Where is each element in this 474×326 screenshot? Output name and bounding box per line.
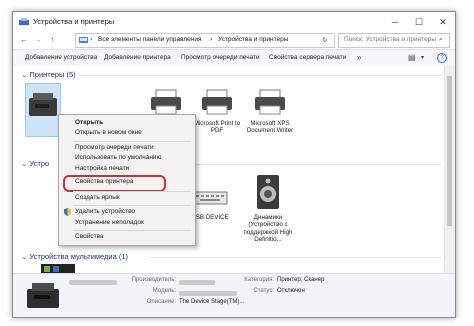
manufacturer-value-redacted	[179, 280, 215, 285]
device-label: Microsoft XPS Document Writer	[246, 120, 294, 135]
device-label: Microsoft Print to PDF	[193, 120, 241, 135]
explorer-window: Устройства и принтеры ─ ☐ ✕ ← → ↑ › Все …	[12, 11, 456, 318]
command-bar: Добавление устройства Добавление принтер…	[13, 49, 455, 67]
add-printer-button[interactable]: Добавление принтера	[104, 54, 171, 61]
printer-icon	[151, 89, 181, 115]
status-value: Отключен	[277, 288, 305, 294]
printer-folder-icon	[19, 18, 29, 25]
keyboard-icon	[192, 191, 228, 205]
menu-item-printer-properties[interactable]: Свойства принтера	[75, 178, 133, 185]
context-menu: Открыть Открыть в новом окне Просмотр оч…	[58, 114, 196, 246]
control-panel-icon	[79, 37, 88, 43]
collapse-chevron-icon: ⌄	[21, 159, 28, 168]
breadcrumb-item-devices[interactable]: Устройства и принтеры	[218, 36, 288, 43]
scrollbar-thumb[interactable]	[447, 76, 452, 226]
category-value: Принтер; Сканер	[277, 277, 325, 283]
printer-icon	[255, 89, 285, 115]
menu-separator	[73, 230, 191, 231]
menu-item-open[interactable]: Открыть	[75, 119, 103, 126]
refresh-icon[interactable]: ↻	[322, 36, 327, 44]
menu-item-troubleshoot[interactable]: Устранение неполадок	[75, 219, 144, 226]
collapse-chevron-icon: ⌄	[21, 70, 28, 79]
view-dropdown-icon[interactable]: ▾	[421, 54, 424, 61]
more-commands-button[interactable]: »	[357, 53, 361, 62]
details-pane: Производитель: Модель: Описание: The Dev…	[13, 273, 455, 317]
mfp-printer-icon	[27, 283, 59, 308]
printer-icon	[202, 89, 232, 115]
mfp-printer-icon	[29, 93, 57, 116]
menu-separator	[73, 205, 191, 206]
category-key: Категория:	[244, 277, 274, 283]
vertical-scrollbar[interactable]	[444, 66, 455, 273]
menu-item-remove-device[interactable]: Удалить устройство	[75, 208, 135, 215]
breadcrumb-item-control-panel[interactable]: Все элементы панели управления	[98, 36, 202, 43]
search-input[interactable]: Поиск: Устройства и принтеры ⌕	[338, 33, 450, 48]
shield-icon	[64, 208, 71, 216]
breadcrumb[interactable]: › Все элементы панели управления › Устро…	[75, 33, 335, 48]
menu-item-set-default[interactable]: Использовать по умолчанию	[75, 154, 161, 161]
description-value: The Device Stage(TM)...	[179, 299, 245, 305]
view-options-icon[interactable]: ▤	[408, 53, 416, 62]
breadcrumb-separator: ›	[210, 36, 213, 43]
menu-item-create-shortcut[interactable]: Создать ярлык	[75, 194, 120, 201]
print-queue-button[interactable]: Просмотр очереди печати	[181, 54, 260, 61]
back-button[interactable]: ←	[18, 34, 30, 46]
speakers-device[interactable]: Динамики (Устройство с поддержкой High D…	[239, 174, 297, 243]
menu-item-print-queue[interactable]: Просмотр очереди печати	[75, 144, 154, 151]
group-header-devices[interactable]: ⌄ Устро	[21, 159, 49, 168]
group-header-printers[interactable]: ⌄ Принтеры (5)	[21, 70, 76, 79]
device-label: Динамики (Устройство с поддержкой High D…	[243, 214, 293, 243]
group-divider	[149, 257, 441, 258]
window-title: Устройства и принтеры	[33, 17, 115, 26]
printer-device-xps-writer[interactable]: Microsoft XPS Document Writer	[241, 88, 299, 135]
help-icon[interactable]: ?	[437, 53, 447, 63]
group-divider	[185, 164, 441, 165]
menu-separator	[73, 191, 191, 192]
minimize-button[interactable]: ─	[383, 12, 407, 32]
print-server-properties-button[interactable]: Свойства сервера печати	[269, 54, 346, 61]
search-placeholder: Поиск: Устройства и принтеры	[344, 36, 437, 43]
address-bar: ← → ↑ › Все элементы панели управления ›…	[13, 32, 455, 49]
up-button[interactable]: ↑	[46, 34, 58, 46]
forward-button[interactable]: →	[32, 34, 44, 46]
model-key: Модель:	[152, 288, 176, 294]
breadcrumb-separator: ›	[90, 36, 93, 43]
add-device-button[interactable]: Добавление устройства	[25, 54, 97, 61]
manufacturer-key: Производитель:	[131, 277, 176, 283]
collapse-chevron-icon: ⌄	[21, 252, 28, 261]
menu-item-print-settings[interactable]: Настройка печати	[75, 165, 129, 172]
close-button[interactable]: ✕	[431, 12, 455, 32]
printer-device-print-to-pdf[interactable]: Microsoft Print to PDF	[188, 88, 246, 135]
description-key: Описание:	[146, 299, 176, 305]
search-icon: ⌕	[439, 36, 443, 43]
selected-printer-tile[interactable]	[25, 83, 61, 137]
menu-item-properties[interactable]: Свойства	[75, 233, 104, 240]
title-bar: Устройства и принтеры ─ ☐ ✕	[13, 12, 455, 32]
device-name-redacted	[69, 280, 117, 285]
menu-separator	[73, 141, 191, 142]
menu-item-open-new-window[interactable]: Открыть в новом окне	[75, 129, 142, 136]
maximize-button[interactable]: ☐	[407, 12, 431, 32]
status-key: Статус:	[253, 288, 274, 294]
group-divider	[79, 75, 441, 76]
speaker-icon	[257, 175, 279, 209]
group-header-multimedia[interactable]: ⌄ Устройства мультимедиа (1)	[21, 252, 128, 261]
